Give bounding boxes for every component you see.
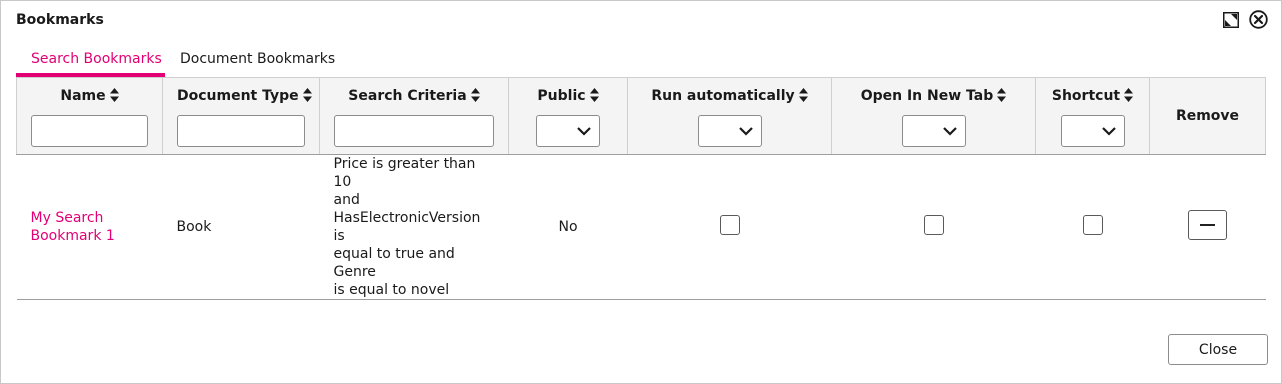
public-filter-select[interactable] [536, 115, 600, 147]
close-button[interactable]: Close [1168, 334, 1268, 365]
table-row: My Search Bookmark 1 Book Price is great… [16, 154, 1266, 300]
column-header-run-automatically: Run automatically [627, 77, 832, 155]
open-in-new-tab-filter-select[interactable] [901, 115, 966, 147]
column-label[interactable]: Name [60, 88, 105, 104]
column-label: Remove [1175, 108, 1240, 124]
cell-remove [1149, 154, 1266, 300]
minus-icon [1200, 224, 1215, 226]
column-header-remove: Remove [1149, 77, 1266, 155]
run-automatically-checkbox[interactable] [719, 215, 740, 235]
column-label[interactable]: Public [537, 88, 585, 104]
chevron-down-icon [1101, 127, 1116, 136]
cell-public: No [508, 154, 628, 300]
shortcut-filter-select[interactable] [1060, 115, 1125, 147]
remove-bookmark-button[interactable] [1188, 210, 1227, 240]
cell-run-automatically [627, 154, 832, 300]
sort-icon[interactable] [589, 88, 599, 102]
dialog-title: Bookmarks [16, 12, 104, 28]
column-header-open-in-new-tab: Open In New Tab [831, 77, 1036, 155]
maximize-icon[interactable] [1223, 12, 1239, 28]
criteria-line: HasElectronicVersion is [333, 210, 481, 244]
bookmark-name-line[interactable]: My Search [31, 209, 149, 227]
cell-name: My Search Bookmark 1 [16, 154, 163, 300]
criteria-line: equal to true and Genre [333, 246, 455, 280]
search-criteria-filter-input[interactable] [334, 115, 494, 147]
shortcut-checkbox[interactable] [1082, 215, 1103, 235]
column-label[interactable]: Run automatically [651, 88, 794, 104]
sort-icon[interactable] [798, 88, 808, 102]
column-header-document-type: Document Type [162, 77, 320, 155]
cell-document-type: Book [162, 154, 320, 300]
cell-shortcut [1035, 154, 1150, 300]
run-automatically-filter-select[interactable] [697, 115, 762, 147]
sort-icon[interactable] [1124, 88, 1134, 102]
criteria-line: Price is greater than 10 [333, 156, 476, 190]
bookmarks-dialog: Bookmarks Search Bookmarks Document Book… [0, 0, 1282, 384]
sort-icon[interactable] [997, 88, 1007, 102]
column-header-public: Public [508, 77, 628, 155]
chevron-down-icon [738, 127, 753, 136]
criteria-line: and [333, 192, 360, 208]
bookmark-name-line[interactable]: Bookmark 1 [31, 227, 149, 245]
cell-open-in-new-tab [831, 154, 1036, 300]
criteria-line: is equal to novel [333, 282, 450, 298]
close-icon[interactable] [1249, 10, 1268, 29]
open-in-new-tab-checkbox[interactable] [923, 215, 944, 235]
sort-icon[interactable] [470, 88, 480, 102]
column-label[interactable]: Shortcut [1052, 88, 1120, 104]
bookmark-name-link[interactable]: My Search Bookmark 1 [31, 209, 149, 245]
name-filter-input[interactable] [31, 115, 148, 147]
sort-icon[interactable] [302, 88, 312, 102]
column-label[interactable]: Open In New Tab [861, 88, 994, 104]
chevron-down-icon [942, 127, 957, 136]
sort-icon[interactable] [109, 88, 119, 102]
column-label[interactable]: Document Type [177, 88, 299, 104]
column-label[interactable]: Search Criteria [348, 88, 466, 104]
chevron-down-icon [577, 127, 591, 136]
cell-search-criteria: Price is greater than 10 and HasElectron… [319, 154, 509, 300]
bookmarks-table: Name Document Type Search Criteria Publi… [16, 77, 1266, 300]
tab-document-bookmarks[interactable]: Document Bookmarks [180, 51, 335, 77]
column-header-search-criteria: Search Criteria [319, 77, 509, 155]
document-type-filter-input[interactable] [177, 115, 305, 147]
column-header-shortcut: Shortcut [1035, 77, 1150, 155]
table-header-row: Name Document Type Search Criteria Publi… [16, 77, 1266, 155]
column-header-name: Name [16, 77, 163, 155]
